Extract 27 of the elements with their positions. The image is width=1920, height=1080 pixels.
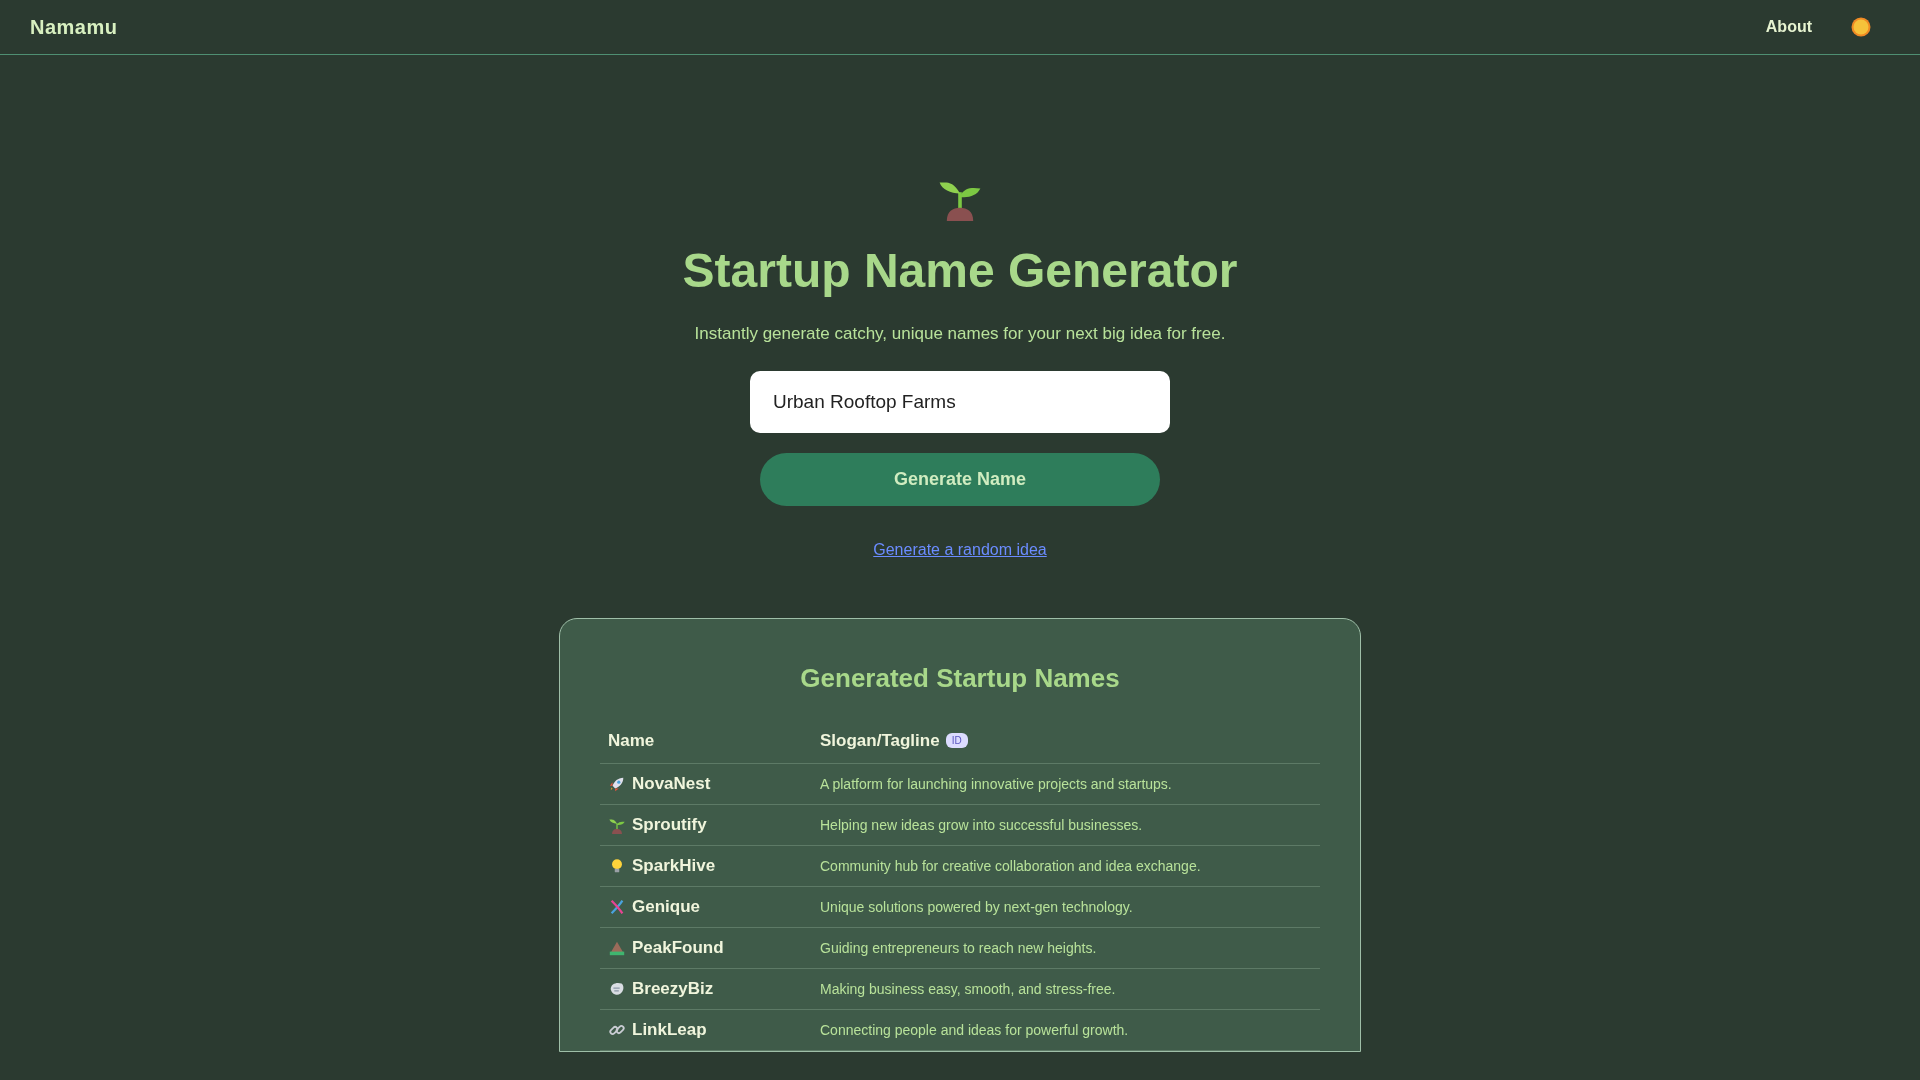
page-title: Startup Name Generator bbox=[682, 243, 1238, 299]
brand-name[interactable]: Namamu bbox=[30, 12, 118, 42]
startup-name: SparkHive bbox=[632, 855, 716, 878]
nav-link[interactable]: About bbox=[1765, 15, 1812, 39]
startup-name: Sproutify bbox=[632, 814, 707, 837]
startup-name: BreezyBiz bbox=[632, 978, 714, 1001]
generate-name-button[interactable]: Generate Name bbox=[760, 452, 1160, 506]
results-title: Generated Startup Names bbox=[799, 661, 1121, 695]
slogan-text: Community hub for creative collaboration and idea exchange. bbox=[820, 856, 1202, 876]
startup-name: NovaNest bbox=[632, 773, 711, 796]
random-idea-link[interactable]: Generate a random idea bbox=[873, 537, 1047, 562]
column-header: Name bbox=[608, 729, 656, 752]
rocket-icon bbox=[608, 775, 626, 793]
idea-input-field[interactable]: Urban Rooftop Farms bbox=[750, 370, 1170, 433]
slogan-text: Guiding entrepreneurs to reach new heights. bbox=[820, 938, 1098, 958]
startup-name: PeakFound bbox=[632, 937, 724, 960]
subtitle: Instantly generate catchy, unique names for your next big idea for free. bbox=[694, 323, 1226, 345]
id-badge: ID bbox=[945, 732, 968, 748]
column-header: Slogan/Tagline bbox=[820, 729, 940, 752]
slogan-text: A platform for launching innovative projects and startups. bbox=[820, 774, 1173, 794]
startup-name: Genique bbox=[632, 896, 700, 919]
slogan-text: Making business easy, smooth, and stress-free. bbox=[820, 979, 1117, 999]
slogan-text: Helping new ideas grow into successful businesses. bbox=[820, 815, 1144, 835]
slogan-text: Unique solutions powered by next-gen technology. bbox=[820, 897, 1134, 917]
startup-name: LinkLeap bbox=[632, 1019, 707, 1042]
slogan-text: Connecting people and ideas for powerful growth. bbox=[820, 1020, 1130, 1040]
sun-icon[interactable] bbox=[1850, 16, 1872, 38]
